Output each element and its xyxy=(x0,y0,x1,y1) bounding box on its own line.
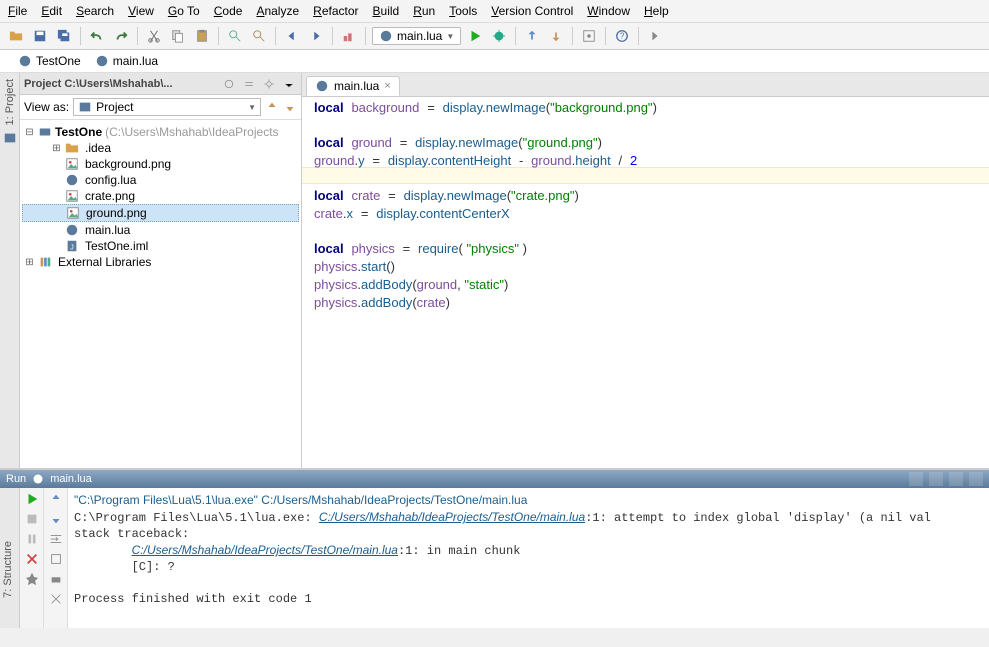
run-tb-1-icon[interactable] xyxy=(909,472,923,486)
svg-text:?: ? xyxy=(620,32,625,41)
help-icon[interactable]: ? xyxy=(612,26,632,46)
menu-item[interactable]: Window xyxy=(587,4,630,18)
chevron-right-icon[interactable] xyxy=(645,26,665,46)
menu-item[interactable]: Analyze xyxy=(256,4,299,18)
left-toolwindow-bar: 1: Project xyxy=(0,73,20,468)
menu-item[interactable]: Version Control xyxy=(491,4,573,18)
structure-toolwindow-button[interactable]: 7: Structure xyxy=(2,541,14,598)
menu-item[interactable]: Help xyxy=(644,4,669,18)
soft-wrap-icon[interactable] xyxy=(49,532,63,546)
run-title: Run xyxy=(6,473,26,485)
undo-icon[interactable] xyxy=(87,26,107,46)
vcs-commit-icon[interactable] xyxy=(546,26,566,46)
view-as-label: View as: xyxy=(24,100,69,114)
print-icon[interactable] xyxy=(49,572,63,586)
menu-item[interactable]: Code xyxy=(214,4,243,18)
tree-item[interactable]: JTestOne.iml xyxy=(22,238,299,254)
menu-item[interactable]: File xyxy=(8,4,27,18)
collapse-all-icon[interactable] xyxy=(241,76,257,92)
project-toolwindow-button[interactable]: 1: Project xyxy=(4,79,16,125)
code-editor[interactable]: local background = display.newImage("bac… xyxy=(302,97,989,468)
menu-item[interactable]: Edit xyxy=(41,4,62,18)
close-icon[interactable]: × xyxy=(384,80,390,92)
debug-icon[interactable] xyxy=(489,26,509,46)
settings-icon[interactable] xyxy=(579,26,599,46)
rerun-icon[interactable] xyxy=(25,492,39,506)
menu-item[interactable]: Search xyxy=(76,4,114,18)
lua-icon xyxy=(32,473,44,485)
nav-breadcrumb: TestOne main.lua xyxy=(0,50,989,73)
back-icon[interactable] xyxy=(282,26,302,46)
down-icon[interactable] xyxy=(49,512,63,526)
svg-text:J: J xyxy=(70,245,74,252)
project-toolwindow-icon xyxy=(3,131,17,145)
project-panel-title: Project C:\Users\Mshahab\... xyxy=(24,78,217,90)
run-config-combo[interactable]: main.lua ▼ xyxy=(372,27,461,45)
pause-icon[interactable] xyxy=(25,532,39,546)
run-toolbar-col1 xyxy=(20,488,44,628)
redo-icon[interactable] xyxy=(111,26,131,46)
view-as-combo[interactable]: Project ▼ xyxy=(73,98,261,116)
editor-area: main.lua × local background = display.ne… xyxy=(302,73,989,468)
tree-item[interactable]: ground.png xyxy=(22,204,299,222)
menu-item[interactable]: Build xyxy=(373,4,400,18)
tree-item[interactable]: crate.png xyxy=(22,188,299,204)
find-icon[interactable] xyxy=(225,26,245,46)
tree-item[interactable]: ⊞.idea xyxy=(22,140,299,156)
editor-tab-main[interactable]: main.lua × xyxy=(306,76,400,96)
menubar: File Edit Search View Go To Code Analyze Refact… xyxy=(0,0,989,23)
save-all-icon[interactable] xyxy=(54,26,74,46)
console-output[interactable]: "C:\Program Files\Lua\5.1\lua.exe" C:/Us… xyxy=(68,488,989,628)
menu-item[interactable]: Run xyxy=(413,4,435,18)
close-run-icon[interactable] xyxy=(25,552,39,566)
run-min-icon[interactable] xyxy=(949,472,963,486)
nav-tab-project[interactable]: TestOne xyxy=(18,54,81,68)
project-tree[interactable]: ⊟ TestOne (C:\Users\Mshahab\IdeaProjects… xyxy=(20,120,301,274)
run-icon[interactable] xyxy=(465,26,485,46)
run-hide-icon[interactable] xyxy=(969,472,983,486)
menu-item[interactable]: Go To xyxy=(168,4,200,18)
tree-item[interactable]: config.lua xyxy=(22,172,299,188)
scroll-from-source-icon[interactable] xyxy=(221,76,237,92)
hide-icon[interactable] xyxy=(281,76,297,92)
project-panel: Project C:\Users\Mshahab\... View as: Pr… xyxy=(20,73,302,468)
menu-item[interactable]: Refactor xyxy=(313,4,358,18)
tree-item[interactable]: main.lua xyxy=(22,222,299,238)
tree-root[interactable]: ⊟ TestOne (C:\Users\Mshahab\IdeaProjects xyxy=(22,124,299,140)
run-tb-2-icon[interactable] xyxy=(929,472,943,486)
forward-icon[interactable] xyxy=(306,26,326,46)
build-icon[interactable] xyxy=(339,26,359,46)
save-icon[interactable] xyxy=(30,26,50,46)
paste-icon[interactable] xyxy=(192,26,212,46)
vcs-update-icon[interactable] xyxy=(522,26,542,46)
tree-item[interactable]: background.png xyxy=(22,156,299,172)
main-toolbar: main.lua ▼ ? xyxy=(0,23,989,50)
menu-item[interactable]: View xyxy=(128,4,154,18)
editor-tabbar: main.lua × xyxy=(302,73,989,97)
run-config-label: main.lua xyxy=(397,29,442,43)
scroll-end-icon[interactable] xyxy=(49,552,63,566)
stop-icon[interactable] xyxy=(25,512,39,526)
replace-icon[interactable] xyxy=(249,26,269,46)
clear-icon[interactable] xyxy=(49,592,63,606)
up-icon[interactable] xyxy=(49,492,63,506)
cut-icon[interactable] xyxy=(144,26,164,46)
pin-icon[interactable] xyxy=(25,572,39,586)
run-tab-label: main.lua xyxy=(50,473,92,485)
open-icon[interactable] xyxy=(6,26,26,46)
menu-item[interactable]: Tools xyxy=(449,4,477,18)
copy-icon[interactable] xyxy=(168,26,188,46)
tree-external[interactable]: ⊞External Libraries xyxy=(22,254,299,270)
nav-tab-file[interactable]: main.lua xyxy=(95,54,158,68)
run-toolbar-col2 xyxy=(44,488,68,628)
run-panel: Run main.lua 7: Structure "C:\Program xyxy=(0,468,989,628)
autoscroll-from-icon[interactable] xyxy=(283,100,297,114)
gear-icon[interactable] xyxy=(261,76,277,92)
autoscroll-to-icon[interactable] xyxy=(265,100,279,114)
